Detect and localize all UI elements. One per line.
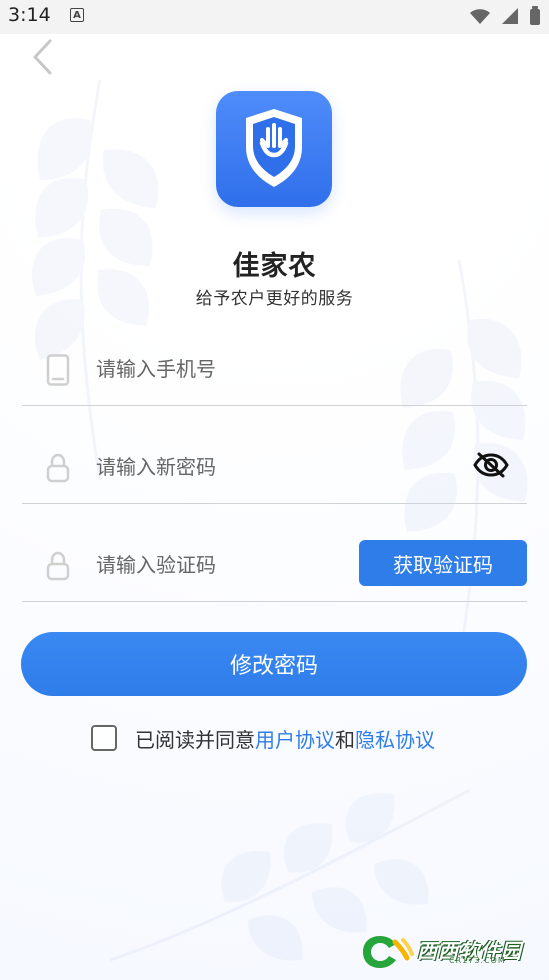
agreement-checkbox[interactable] bbox=[91, 725, 117, 751]
phone-input[interactable] bbox=[96, 349, 396, 389]
page: 3:14 A 佳家农 给予农户更好的服务 请输入手机号 请输入验证码 获取验证码… bbox=[0, 0, 549, 980]
phone-icon bbox=[46, 354, 70, 386]
password-field-row bbox=[22, 434, 527, 504]
site-watermark: 西西软件园 CR173.COM bbox=[351, 932, 541, 972]
back-chevron-icon[interactable] bbox=[30, 38, 56, 76]
agreement-row: 已阅读并同意用户协议和隐私协议 bbox=[91, 721, 511, 755]
eye-off-icon[interactable] bbox=[473, 450, 509, 480]
app-subtitle: 给予农户更好的服务 bbox=[195, 289, 354, 309]
status-time: 3:14 bbox=[8, 4, 51, 26]
battery-icon bbox=[530, 6, 540, 25]
agreement-prefix: 已阅读并同意 bbox=[135, 727, 255, 752]
phone-field-row bbox=[22, 336, 527, 406]
user-agreement-link[interactable]: 用户协议 bbox=[255, 728, 335, 752]
agreement-connector: 和 bbox=[335, 727, 355, 752]
app-indicator-icon: A bbox=[70, 8, 84, 22]
app-title: 佳家农 bbox=[232, 251, 317, 282]
lock-icon bbox=[46, 453, 70, 483]
site-domain-text: CR173.COM bbox=[449, 956, 506, 965]
lock-icon bbox=[46, 551, 70, 581]
verification-field-row: 获取验证码 bbox=[22, 532, 527, 602]
change-password-button[interactable]: 修改密码 bbox=[21, 632, 527, 696]
password-input[interactable] bbox=[96, 447, 396, 487]
privacy-agreement-link[interactable]: 隐私协议 bbox=[355, 728, 435, 752]
agreement-text: 已阅读并同意用户协议和隐私协议 bbox=[135, 724, 435, 753]
status-bar: 3:14 A bbox=[0, 0, 549, 34]
status-icons bbox=[469, 6, 541, 26]
wifi-icon bbox=[470, 9, 490, 24]
app-logo bbox=[216, 91, 332, 207]
get-verification-code-button[interactable]: 获取验证码 bbox=[359, 540, 527, 586]
shield-wheat-logo-icon bbox=[246, 109, 302, 187]
signal-icon bbox=[502, 8, 518, 24]
verification-code-input[interactable] bbox=[96, 545, 396, 585]
